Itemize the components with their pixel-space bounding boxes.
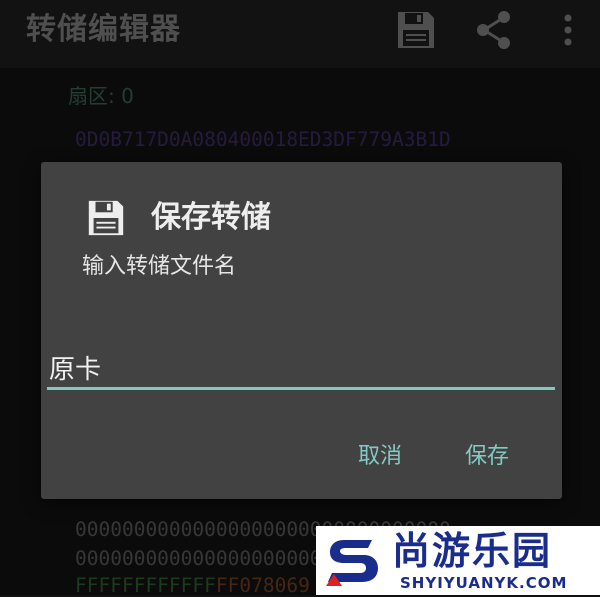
dialog-message: 输入转储文件名 (82, 254, 237, 279)
cancel-button[interactable]: 取消 (358, 438, 402, 470)
save-dump-dialog: 保存转储 输入转储文件名 取消 保存 (41, 162, 562, 499)
floppy-disk-icon (85, 197, 127, 239)
dialog-title: 保存转储 (151, 200, 271, 235)
watermark-logo-icon (322, 530, 384, 592)
watermark: 尚游乐园 SHYIYUANYK.COM (316, 526, 600, 595)
watermark-text-cn: 尚游乐园 (392, 529, 553, 573)
filename-input[interactable] (47, 348, 555, 390)
watermark-text-en: SHYIYUANYK.COM (400, 574, 568, 592)
save-button[interactable]: 保存 (465, 438, 509, 470)
